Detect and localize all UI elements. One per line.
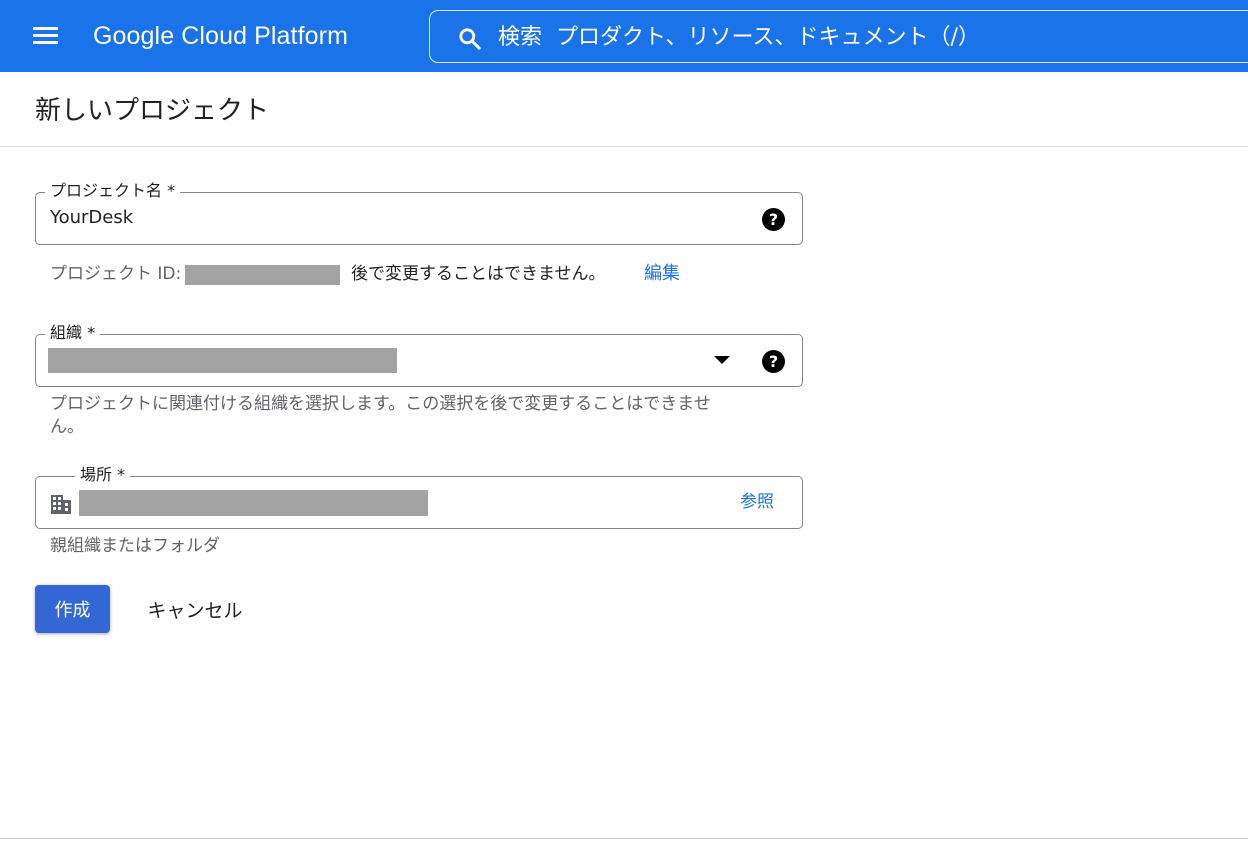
project-id-redacted [185,265,340,285]
project-name-field[interactable]: プロジェクト名 * YourDesk ? [35,180,803,245]
location-label: 場所 * [75,464,131,486]
project-id-hint: プロジェクト ID: [50,262,181,286]
page-header: 新しいプロジェクト [0,72,1248,147]
project-id-suffix: 後で変更することはできません。 [351,264,606,284]
location-hint: 親組織またはフォルダ [50,536,220,556]
organization-value-redacted [48,348,397,373]
hamburger-menu-icon[interactable] [30,25,62,47]
organization-select[interactable]: 組織 * ? [35,322,803,387]
organization-hint-line2: ん。 [50,417,84,437]
project-name-label: プロジェクト名 * [45,180,181,202]
chevron-down-icon[interactable] [714,356,730,364]
project-id-prefix: プロジェクト ID: [50,264,182,284]
cancel-button[interactable]: キャンセル [135,585,255,633]
organization-label: 組織 * [45,322,101,344]
browse-link[interactable]: 参照 [740,491,774,513]
search-input[interactable] [498,20,1218,54]
search-icon[interactable] [457,26,483,52]
help-icon[interactable]: ? [762,208,785,231]
building-icon [51,495,71,514]
edit-project-id-link[interactable]: 編集 [644,262,680,286]
help-icon[interactable]: ? [762,350,785,373]
brand-title[interactable]: Google Cloud Platform [93,20,348,52]
create-button[interactable]: 作成 [35,585,110,633]
project-name-value[interactable]: YourDesk [50,207,133,229]
location-value-redacted [79,490,428,516]
organization-hint-line1: プロジェクトに関連付ける組織を選択します。この選択を後で変更することはできませ [50,394,711,414]
page-title: 新しいプロジェクト [35,96,270,126]
location-field[interactable]: 場所 * 参照 [35,464,803,529]
search-box[interactable] [429,10,1248,63]
bottom-divider [0,838,1248,839]
top-app-bar: Google Cloud Platform [0,0,1248,72]
